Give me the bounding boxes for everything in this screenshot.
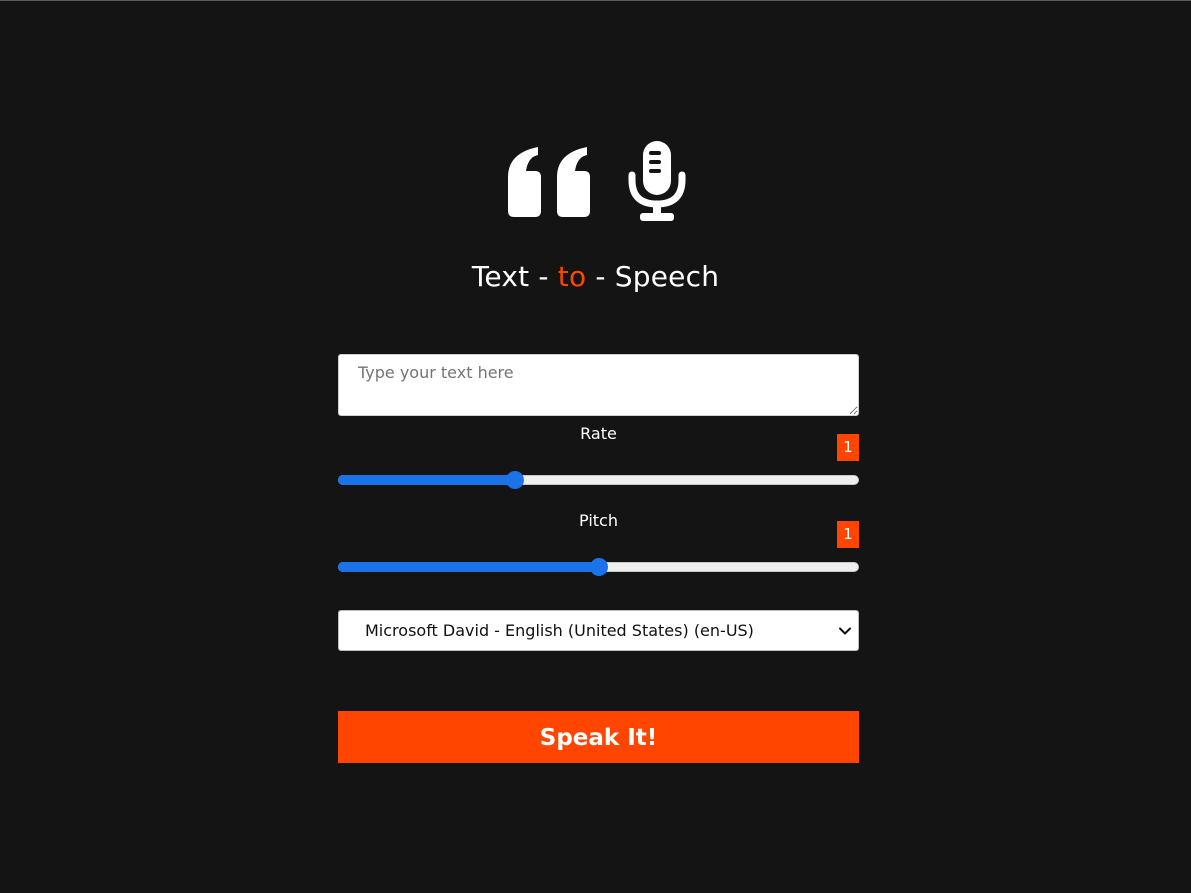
quote-left-icon bbox=[507, 141, 590, 217]
rate-value-badge: 1 bbox=[837, 434, 859, 461]
microphone-icon bbox=[628, 141, 686, 221]
pitch-control: Pitch 1 bbox=[338, 503, 859, 590]
hero-icons bbox=[0, 141, 1191, 221]
title-part-1: Text - bbox=[471, 260, 558, 293]
speak-button[interactable]: Speak It! bbox=[338, 711, 859, 763]
title-accent: to bbox=[557, 260, 587, 293]
rate-control: Rate 1 bbox=[338, 416, 859, 503]
pitch-value-badge: 1 bbox=[837, 521, 859, 548]
rate-label: Rate bbox=[580, 424, 617, 443]
voice-select[interactable]: Microsoft David - English (United States… bbox=[338, 610, 859, 651]
title-part-2: - Speech bbox=[586, 260, 720, 293]
voice-select-value: Microsoft David - English (United States… bbox=[365, 621, 754, 640]
tts-panel: Rate 1 Pitch 1 Microsoft David - English… bbox=[338, 354, 859, 763]
rate-slider-fill bbox=[338, 475, 515, 485]
pitch-label: Pitch bbox=[579, 511, 618, 530]
pitch-slider-thumb[interactable] bbox=[590, 558, 608, 576]
rate-slider-thumb[interactable] bbox=[506, 471, 524, 489]
chevron-down-icon bbox=[838, 623, 852, 637]
page-title: Text - to - Speech bbox=[0, 259, 1191, 295]
rate-slider[interactable] bbox=[338, 471, 859, 489]
pitch-slider[interactable] bbox=[338, 558, 859, 576]
pitch-slider-fill bbox=[338, 562, 599, 572]
text-input[interactable] bbox=[338, 354, 859, 416]
